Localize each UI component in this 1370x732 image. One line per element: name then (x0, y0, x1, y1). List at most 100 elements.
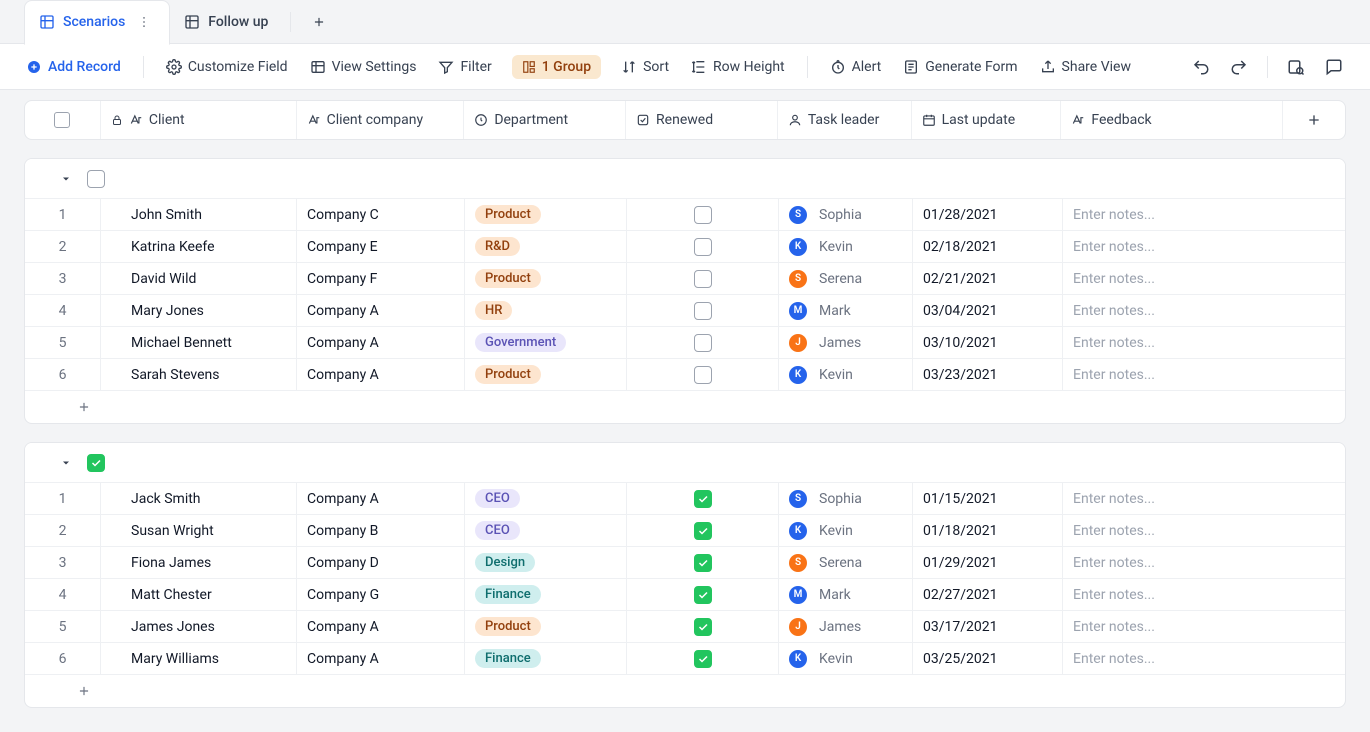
column-header-department[interactable]: Department (464, 101, 626, 139)
add-column-button[interactable] (1283, 101, 1345, 139)
table-row[interactable]: 4Matt ChesterCompany GFinanceMMark02/27/… (25, 579, 1345, 611)
renewed-checkbox[interactable] (694, 238, 712, 256)
column-header-renewed[interactable]: Renewed (626, 101, 778, 139)
add-record-button[interactable]: Add Record (24, 55, 123, 79)
table-row[interactable]: 4Mary JonesCompany AHRMMark03/04/2021Ent… (25, 295, 1345, 327)
cell-company[interactable]: Company A (297, 327, 465, 358)
cell-department[interactable]: Finance (465, 579, 627, 610)
comments-button[interactable] (1322, 55, 1346, 79)
table-row[interactable]: 6Mary WilliamsCompany AFinanceKKevin03/2… (25, 643, 1345, 675)
cell-feedback[interactable]: Enter notes... (1063, 263, 1345, 294)
tab-scenarios[interactable]: Scenarios (24, 0, 170, 45)
share-view-button[interactable]: Share View (1038, 55, 1133, 79)
cell-update[interactable]: 03/23/2021 (913, 359, 1063, 390)
cell-update[interactable]: 01/29/2021 (913, 547, 1063, 578)
renewed-checkbox[interactable] (694, 334, 712, 352)
cell-update[interactable]: 03/25/2021 (913, 643, 1063, 674)
chevron-down-icon[interactable] (57, 170, 75, 188)
column-header-update[interactable]: Last update (912, 101, 1062, 139)
redo-button[interactable] (1227, 55, 1251, 79)
cell-update[interactable]: 03/10/2021 (913, 327, 1063, 358)
cell-department[interactable]: CEO (465, 483, 627, 514)
filter-button[interactable]: Filter (436, 55, 493, 79)
sort-button[interactable]: Sort (619, 55, 671, 79)
tab-scenarios-more[interactable] (133, 11, 155, 33)
cell-leader[interactable]: SSophia (779, 483, 913, 514)
renewed-checkbox[interactable] (694, 302, 712, 320)
cell-feedback[interactable]: Enter notes... (1063, 231, 1345, 262)
customize-field-button[interactable]: Customize Field (164, 55, 290, 79)
cell-company[interactable]: Company A (297, 483, 465, 514)
cell-update[interactable]: 02/27/2021 (913, 579, 1063, 610)
cell-renewed[interactable] (627, 483, 779, 514)
cell-feedback[interactable]: Enter notes... (1063, 643, 1345, 674)
cell-leader[interactable]: KKevin (779, 231, 913, 262)
cell-feedback[interactable]: Enter notes... (1063, 547, 1345, 578)
cell-feedback[interactable]: Enter notes... (1063, 327, 1345, 358)
group-button[interactable]: 1 Group (512, 55, 601, 79)
cell-feedback[interactable]: Enter notes... (1063, 483, 1345, 514)
cell-feedback[interactable]: Enter notes... (1063, 199, 1345, 230)
column-header-company[interactable]: Client company (297, 101, 465, 139)
cell-department[interactable]: Product (465, 359, 627, 390)
cell-department[interactable]: Government (465, 327, 627, 358)
cell-feedback[interactable]: Enter notes... (1063, 515, 1345, 546)
cell-company[interactable]: Company E (297, 231, 465, 262)
cell-update[interactable]: 01/18/2021 (913, 515, 1063, 546)
cell-company[interactable]: Company C (297, 199, 465, 230)
cell-company[interactable]: Company A (297, 611, 465, 642)
cell-company[interactable]: Company D (297, 547, 465, 578)
cell-client[interactable]: Susan Wright (101, 515, 297, 546)
renewed-checkbox[interactable] (694, 554, 712, 572)
column-header-client[interactable]: Client (101, 101, 297, 139)
cell-feedback[interactable]: Enter notes... (1063, 611, 1345, 642)
cell-feedback[interactable]: Enter notes... (1063, 359, 1345, 390)
chevron-down-icon[interactable] (57, 454, 75, 472)
cell-department[interactable]: CEO (465, 515, 627, 546)
table-row[interactable]: 1John SmithCompany CProductSSophia01/28/… (25, 199, 1345, 231)
cell-renewed[interactable] (627, 515, 779, 546)
column-header-leader[interactable]: Task leader (778, 101, 912, 139)
cell-renewed[interactable] (627, 359, 779, 390)
cell-renewed[interactable] (627, 643, 779, 674)
cell-company[interactable]: Company B (297, 515, 465, 546)
table-row[interactable]: 5James JonesCompany AProductJJames03/17/… (25, 611, 1345, 643)
cell-update[interactable]: 03/17/2021 (913, 611, 1063, 642)
cell-department[interactable]: Product (465, 263, 627, 294)
cell-renewed[interactable] (627, 611, 779, 642)
table-row[interactable]: 2Katrina KeefeCompany ER&DKKevin02/18/20… (25, 231, 1345, 263)
renewed-checkbox[interactable] (694, 206, 712, 224)
view-settings-button[interactable]: View Settings (308, 55, 419, 79)
cell-renewed[interactable] (627, 579, 779, 610)
cell-leader[interactable]: JJames (779, 327, 913, 358)
cell-client[interactable]: Sarah Stevens (101, 359, 297, 390)
group-header[interactable] (25, 159, 1345, 199)
add-view-button[interactable] (305, 8, 333, 36)
cell-company[interactable]: Company G (297, 579, 465, 610)
alert-button[interactable]: Alert (828, 55, 884, 79)
cell-leader[interactable]: KKevin (779, 515, 913, 546)
column-header-feedback[interactable]: Feedback (1061, 101, 1283, 139)
table-row[interactable]: 5Michael BennettCompany AGovernmentJJame… (25, 327, 1345, 359)
cell-renewed[interactable] (627, 327, 779, 358)
cell-update[interactable]: 03/04/2021 (913, 295, 1063, 326)
cell-client[interactable]: David Wild (101, 263, 297, 294)
cell-client[interactable]: Mary Jones (101, 295, 297, 326)
cell-leader[interactable]: SSerena (779, 547, 913, 578)
add-row-button[interactable] (25, 391, 1345, 423)
renewed-checkbox[interactable] (694, 650, 712, 668)
cell-renewed[interactable] (627, 263, 779, 294)
cell-client[interactable]: Katrina Keefe (101, 231, 297, 262)
cell-company[interactable]: Company A (297, 295, 465, 326)
table-row[interactable]: 1Jack SmithCompany ACEOSSophia01/15/2021… (25, 483, 1345, 515)
add-row-button[interactable] (25, 675, 1345, 707)
cell-client[interactable]: Matt Chester (101, 579, 297, 610)
cell-leader[interactable]: KKevin (779, 359, 913, 390)
cell-update[interactable]: 01/15/2021 (913, 483, 1063, 514)
cell-renewed[interactable] (627, 547, 779, 578)
renewed-checkbox[interactable] (694, 270, 712, 288)
cell-leader[interactable]: JJames (779, 611, 913, 642)
table-row[interactable]: 3Fiona JamesCompany DDesignSSerena01/29/… (25, 547, 1345, 579)
cell-department[interactable]: Design (465, 547, 627, 578)
cell-company[interactable]: Company F (297, 263, 465, 294)
